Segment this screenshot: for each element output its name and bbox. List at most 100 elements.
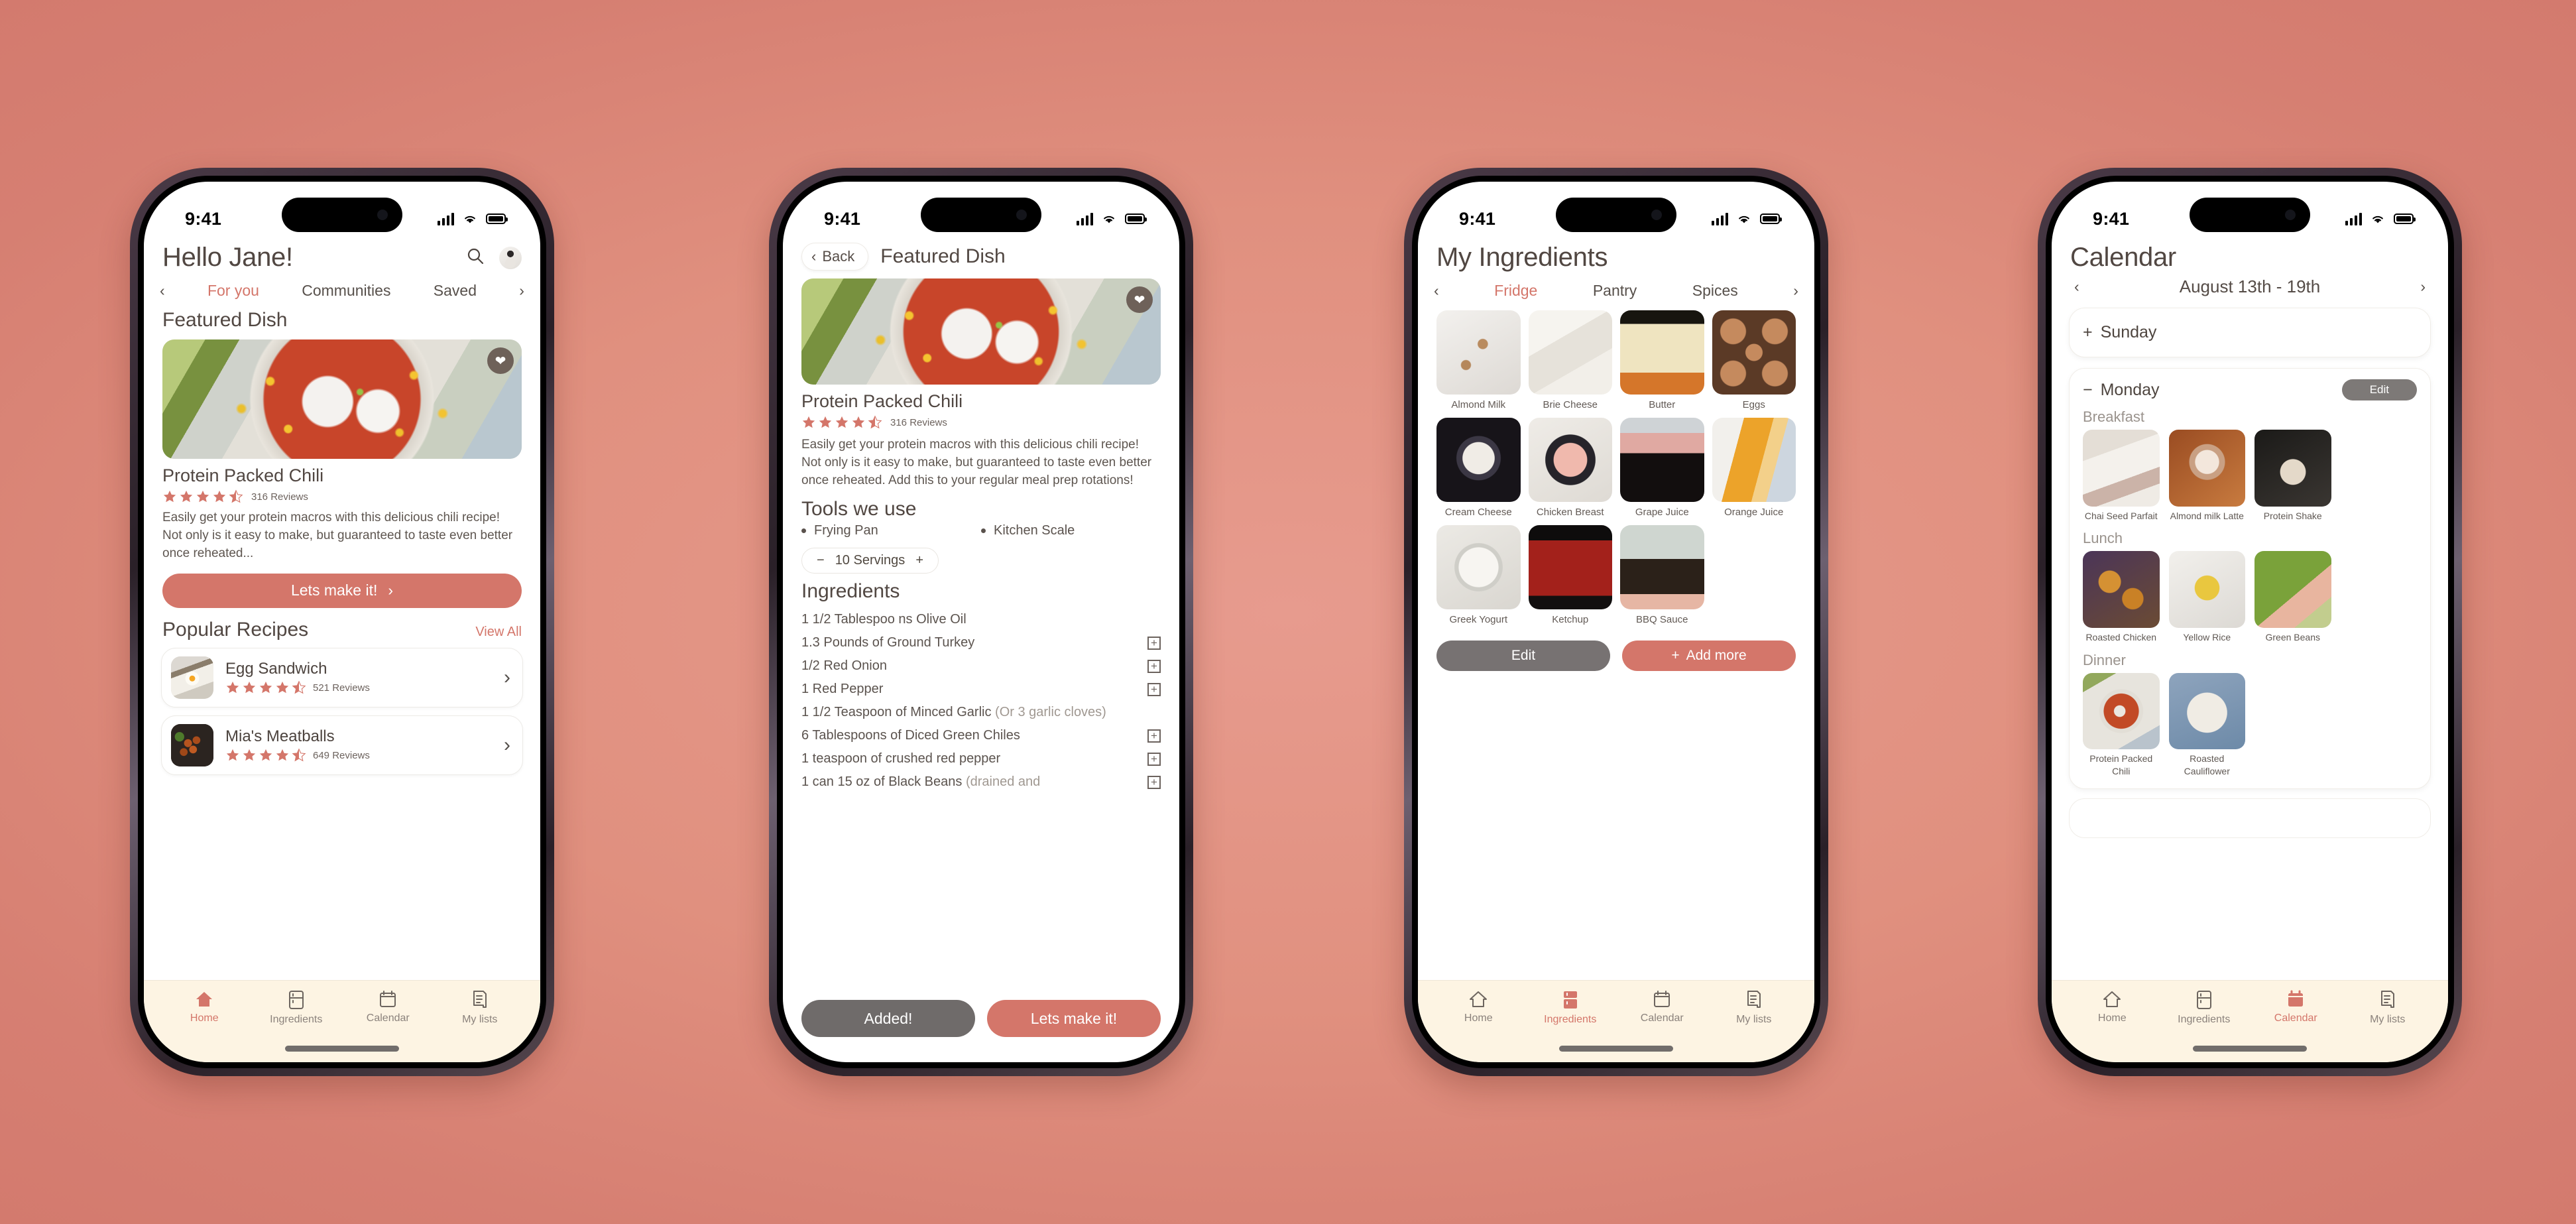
tab-communities[interactable]: Communities — [302, 282, 390, 300]
nav-item-my-lists[interactable]: My lists — [434, 990, 526, 1026]
ingredient-tile[interactable]: Eggs — [1712, 310, 1796, 411]
ingredient-row: 1 Red Pepper + — [801, 676, 1161, 700]
nav-item-my-lists[interactable]: My lists — [2342, 990, 2434, 1026]
home-indicator[interactable] — [1559, 1046, 1673, 1052]
meal-item[interactable]: Roasted Cauliflower — [2168, 672, 2245, 778]
nav-item-calendar[interactable]: Calendar — [2250, 990, 2342, 1024]
heart-icon[interactable]: ❤ — [487, 347, 514, 374]
recipe-thumbnail — [171, 723, 213, 766]
tab-for-you[interactable]: For you — [207, 282, 259, 300]
meal-item[interactable]: Almond milk Latte — [2168, 430, 2245, 522]
tab-fridge[interactable]: Fridge — [1494, 282, 1537, 300]
meal-item[interactable]: Green Beans — [2254, 551, 2331, 643]
meal-item[interactable]: Roasted Chicken — [2083, 551, 2160, 643]
add-ingredient-button[interactable]: + — [1147, 729, 1161, 743]
added-button[interactable]: Added! — [801, 1000, 975, 1037]
edit-button[interactable]: Edit — [1436, 641, 1610, 671]
ingredient-tile[interactable]: Butter — [1620, 310, 1704, 411]
ingredient-tile[interactable]: Grape Juice — [1620, 418, 1704, 519]
tool-label: Frying Pan — [814, 522, 878, 538]
home-indicator[interactable] — [285, 1046, 399, 1052]
heart-icon[interactable]: ❤ — [1126, 286, 1153, 313]
tab-saved[interactable]: Saved — [434, 282, 477, 300]
grid-spacer — [2341, 673, 2418, 778]
view-all-link[interactable]: View All — [475, 625, 522, 640]
add-ingredient-button[interactable]: + — [1147, 752, 1161, 766]
nav-item-home[interactable]: Home — [2066, 990, 2158, 1024]
week-next-chevron[interactable]: › — [2420, 278, 2426, 296]
nav-label: Home — [2097, 1012, 2127, 1024]
ingredient-tile[interactable]: Brie Cheese — [1528, 310, 1612, 411]
nav-item-home[interactable]: Home — [1433, 990, 1525, 1024]
ingredient-text: 1 Red Pepper — [801, 681, 884, 696]
expand-toggle-icon[interactable]: + — [2083, 323, 2093, 342]
tabs-prev-chevron[interactable]: ‹ — [1434, 282, 1439, 300]
servings-stepper[interactable]: − 10 Servings + — [801, 547, 939, 574]
ingredient-row: 1 teaspoon of crushed red pepper + — [801, 746, 1161, 769]
nav-item-ingredients[interactable]: Ingredients — [1525, 990, 1617, 1026]
ingredient-tile[interactable]: Cream Cheese — [1436, 418, 1521, 519]
ingredient-text: 1 1/2 Teaspoon of Minced Garlic — [801, 704, 996, 719]
meal-item[interactable]: Chai Seed Parfait — [2083, 430, 2160, 522]
tab-pantry[interactable]: Pantry — [1593, 282, 1637, 300]
servings-decrement[interactable]: − — [817, 553, 825, 568]
nav-item-ingredients[interactable]: Ingredients — [251, 990, 343, 1026]
meal-label: Chai Seed Parfait — [2084, 510, 2158, 521]
featured-dish-image[interactable]: ❤ — [162, 339, 522, 459]
ingredient-tile[interactable]: Chicken Breast — [1528, 418, 1612, 519]
ingredient-tile[interactable]: Ketchup — [1528, 525, 1612, 626]
bullet-icon — [801, 528, 806, 533]
add-ingredient-button[interactable]: + — [1147, 636, 1161, 650]
nav-item-calendar[interactable]: Calendar — [342, 990, 434, 1024]
status-time: 9:41 — [824, 208, 861, 229]
home-indicator[interactable] — [2193, 1046, 2307, 1052]
add-ingredient-button[interactable]: + — [1147, 682, 1161, 696]
home-icon — [196, 992, 213, 1007]
servings-increment[interactable]: + — [915, 553, 923, 568]
meal-item[interactable]: Yellow Rice — [2168, 551, 2245, 643]
ingredient-tile[interactable]: Almond Milk — [1436, 310, 1521, 411]
grid-spacer — [2341, 430, 2418, 522]
add-more-button[interactable]: + Add more — [1622, 641, 1796, 671]
back-button[interactable]: ‹ Back — [801, 243, 869, 271]
back-label: Back — [822, 248, 855, 265]
tabs-next-chevron[interactable]: › — [1793, 282, 1798, 300]
meal-item[interactable]: Protein Shake — [2254, 430, 2331, 522]
meal-item[interactable]: Protein Packed Chili — [2083, 672, 2160, 778]
chevron-right-icon: › — [504, 733, 510, 756]
ingredient-tile[interactable]: Greek Yogurt — [1436, 525, 1521, 626]
tabs-next-chevron[interactable]: › — [519, 282, 524, 300]
list-item[interactable]: Egg Sandwich 521 Reviews › — [161, 647, 523, 707]
lets-make-it-button[interactable]: Lets make it! — [987, 1000, 1161, 1037]
tab-spices[interactable]: Spices — [1692, 282, 1738, 300]
lets-make-it-button[interactable]: Lets make it! › — [162, 573, 522, 608]
ingredient-grid: Almond Milk Brie Cheese Butter Eggs Crea… — [1436, 310, 1796, 626]
ingredient-text: 1 1/2 Tablespoo ns Olive Oil — [801, 611, 966, 627]
protein-packed-chili-photo — [801, 278, 1161, 385]
review-count: 649 Reviews — [313, 749, 370, 761]
tabs-prev-chevron[interactable]: ‹ — [160, 282, 165, 300]
edit-button[interactable]: Edit — [2341, 379, 2417, 400]
search-icon[interactable] — [466, 247, 485, 269]
list-icon — [1747, 991, 1761, 1008]
nav-item-home[interactable]: Home — [158, 990, 251, 1024]
nav-item-ingredients[interactable]: Ingredients — [2158, 990, 2251, 1026]
recipe-hero-image[interactable]: ❤ — [801, 278, 1161, 385]
tool-item: Kitchen Scale — [981, 523, 1161, 538]
add-ingredient-button[interactable]: + — [1147, 659, 1161, 673]
list-item[interactable]: Mia's Meatballs 649 Reviews › — [161, 715, 523, 775]
ingredient-row: 1 can 15 oz of Black Beans (drained and + — [801, 769, 1161, 792]
phone-calendar: 9:41 Calendar ‹ August 13th - 19th › + S… — [2038, 168, 2462, 1076]
day-card-sunday[interactable]: + Sunday — [2069, 308, 2431, 357]
nav-item-calendar[interactable]: Calendar — [1616, 990, 1708, 1024]
tools-section-title: Tools we use — [801, 497, 917, 520]
list-icon — [473, 991, 487, 1008]
nav-item-my-lists[interactable]: My lists — [1708, 990, 1800, 1026]
ingredient-tile[interactable]: Orange Juice — [1712, 418, 1796, 519]
add-ingredient-button[interactable]: + — [1147, 775, 1161, 789]
avatar[interactable] — [499, 246, 522, 269]
day-card-next[interactable] — [2069, 798, 2431, 839]
ingredient-tile[interactable]: BBQ Sauce — [1620, 525, 1704, 626]
collapse-toggle-icon[interactable]: − — [2083, 381, 2093, 400]
week-prev-chevron[interactable]: ‹ — [2074, 278, 2079, 296]
